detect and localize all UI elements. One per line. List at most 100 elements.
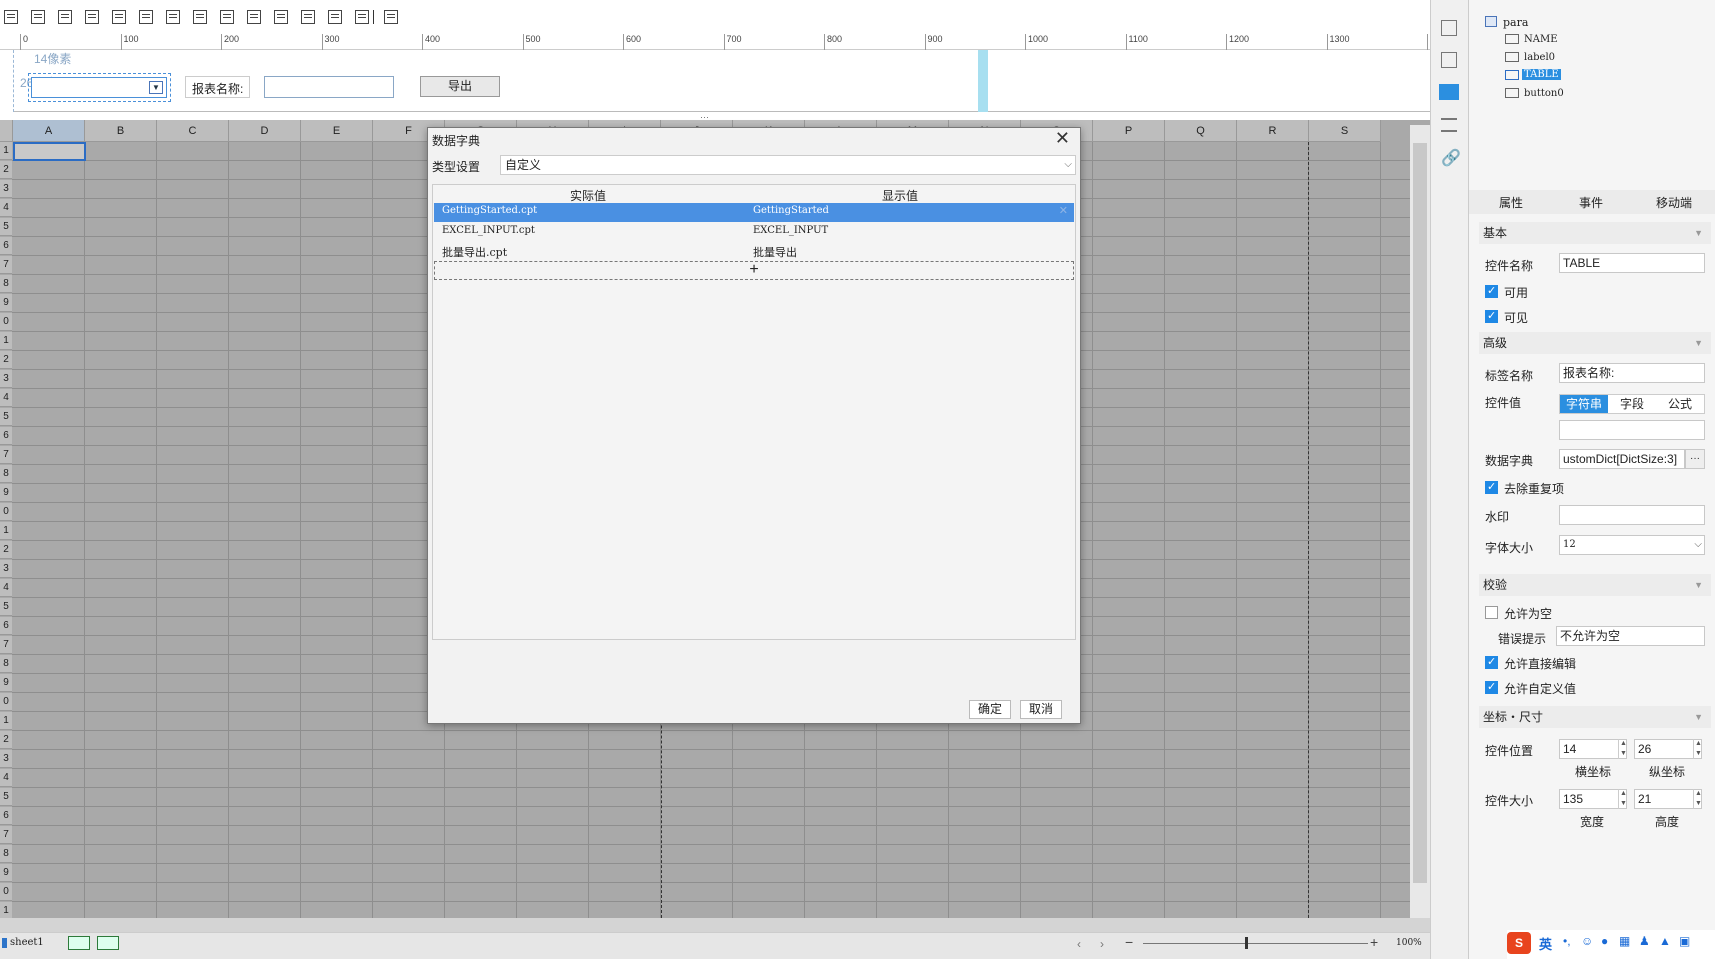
visible-checkbox[interactable] bbox=[1485, 309, 1498, 323]
add-row-button[interactable]: + bbox=[434, 261, 1074, 280]
enabled-checkbox[interactable] bbox=[1485, 284, 1498, 298]
radio-group-icon[interactable] bbox=[220, 10, 234, 24]
row-header[interactable]: 0 bbox=[0, 313, 12, 331]
mic-icon[interactable]: ● bbox=[1601, 934, 1608, 948]
row-header[interactable]: 0 bbox=[0, 883, 12, 901]
row-header[interactable]: 7 bbox=[0, 826, 12, 844]
tree-item[interactable]: label0 bbox=[1524, 52, 1555, 63]
table-row-selected[interactable]: GettingStarted.cpt GettingStarted ✕ bbox=[434, 203, 1074, 222]
checkbox-group-icon[interactable] bbox=[112, 10, 126, 24]
table-row[interactable]: 批量导出.cpt 批量导出 bbox=[434, 242, 1074, 260]
widget-settings-icon[interactable] bbox=[1439, 84, 1459, 100]
export-icon[interactable] bbox=[384, 10, 398, 24]
allow-edit-checkbox[interactable] bbox=[1485, 655, 1498, 669]
textbox-icon[interactable] bbox=[4, 10, 18, 24]
allow-empty-checkbox[interactable] bbox=[1485, 606, 1498, 619]
tree-root[interactable]: para bbox=[1503, 16, 1528, 29]
row-header[interactable]: 2 bbox=[0, 161, 12, 179]
tag-name-input[interactable]: 报表名称: bbox=[1559, 363, 1705, 383]
height-stepper-icon[interactable]: ▲ ▼ bbox=[1693, 789, 1703, 809]
section-coords[interactable]: 坐标・尺寸 ▼ bbox=[1479, 706, 1711, 728]
row-header[interactable]: 0 bbox=[0, 693, 12, 711]
cell-element-icon[interactable] bbox=[1441, 52, 1457, 68]
vertical-scrollbar[interactable] bbox=[1410, 125, 1430, 918]
add-sheet-icon[interactable] bbox=[68, 936, 90, 950]
prev-icon[interactable]: ‹ bbox=[1077, 937, 1081, 951]
font-size-select[interactable]: 12 ⌵ bbox=[1559, 535, 1705, 555]
row-header[interactable]: 3 bbox=[0, 750, 12, 768]
row-header[interactable]: 6 bbox=[0, 427, 12, 445]
scrollbar-thumb[interactable] bbox=[1413, 143, 1427, 883]
row-header[interactable]: 4 bbox=[0, 389, 12, 407]
y-input[interactable]: 26 bbox=[1634, 739, 1702, 759]
skin-icon[interactable]: ▲ bbox=[1659, 934, 1671, 948]
number-icon[interactable] bbox=[166, 10, 180, 24]
row-header[interactable]: 5 bbox=[0, 218, 12, 236]
hyperlink-icon[interactable]: 🔗 bbox=[1441, 148, 1461, 168]
data-dict-input[interactable]: ustomDict[DictSize:3] bbox=[1559, 449, 1685, 469]
export-button[interactable]: 导出 bbox=[420, 76, 500, 97]
row-header[interactable]: 5 bbox=[0, 788, 12, 806]
tab-mobile[interactable]: 移动端 bbox=[1656, 194, 1692, 211]
toolbox-icon[interactable]: ▣ bbox=[1679, 934, 1690, 948]
frame-icon[interactable] bbox=[301, 10, 315, 24]
row-header[interactable]: 1 bbox=[0, 522, 12, 540]
grid-corner[interactable] bbox=[0, 120, 13, 142]
list-icon[interactable] bbox=[193, 10, 207, 24]
dedupe-checkbox[interactable] bbox=[1485, 480, 1498, 494]
row-header[interactable]: 8 bbox=[0, 655, 12, 673]
row-header[interactable]: 5 bbox=[0, 598, 12, 616]
column-header[interactable]: A bbox=[13, 120, 85, 142]
row-header[interactable]: 7 bbox=[0, 446, 12, 464]
zoom-in-icon[interactable]: + bbox=[1370, 934, 1378, 950]
row-header[interactable]: 1 bbox=[0, 142, 12, 160]
horizontal-scrollbar[interactable] bbox=[0, 918, 1430, 932]
width-input[interactable]: 135 bbox=[1559, 789, 1627, 809]
allow-custom-checkbox[interactable] bbox=[1485, 680, 1498, 694]
tab-properties[interactable]: 属性 bbox=[1499, 194, 1523, 211]
column-header[interactable]: C bbox=[157, 120, 229, 142]
selected-cell[interactable] bbox=[13, 142, 86, 161]
value-type-string[interactable]: 字符串 bbox=[1560, 395, 1608, 413]
row-header[interactable]: 4 bbox=[0, 579, 12, 597]
watermark-input[interactable] bbox=[1559, 505, 1705, 525]
x-stepper-icon[interactable]: ▲ ▼ bbox=[1618, 739, 1628, 759]
row-header[interactable]: 7 bbox=[0, 256, 12, 274]
cancel-button[interactable]: 取消 bbox=[1020, 700, 1062, 719]
height-input[interactable]: 21 bbox=[1634, 789, 1702, 809]
row-header[interactable]: 3 bbox=[0, 560, 12, 578]
section-advanced[interactable]: 高级 ▼ bbox=[1479, 332, 1711, 354]
date-icon[interactable] bbox=[139, 10, 153, 24]
collapse-icon[interactable]: ▼ bbox=[1694, 332, 1703, 354]
data-dict-edit-button[interactable]: ··· bbox=[1685, 449, 1705, 469]
cell-properties-icon[interactable] bbox=[1441, 20, 1457, 36]
row-header[interactable]: 1 bbox=[0, 712, 12, 730]
chevron-down-icon[interactable]: ⌵ bbox=[1694, 536, 1702, 554]
add-report-sheet-icon[interactable] bbox=[97, 936, 119, 950]
zoom-out-icon[interactable]: − bbox=[1125, 934, 1133, 950]
table-row[interactable]: EXCEL_INPUT.cpt EXCEL_INPUT bbox=[434, 223, 1074, 241]
close-icon[interactable]: ✕ bbox=[1055, 128, 1070, 149]
control-value-input[interactable] bbox=[1559, 420, 1705, 440]
column-header[interactable]: Q bbox=[1165, 120, 1237, 142]
column-header[interactable]: R bbox=[1237, 120, 1309, 142]
tree-item-selected[interactable]: TABLE bbox=[1522, 69, 1561, 80]
row-header[interactable]: 5 bbox=[0, 408, 12, 426]
collapse-icon[interactable]: ▼ bbox=[1694, 574, 1703, 596]
emoji-icon[interactable]: ☺ bbox=[1581, 934, 1593, 948]
row-header[interactable]: 6 bbox=[0, 237, 12, 255]
row-header[interactable]: 8 bbox=[0, 465, 12, 483]
row-header[interactable]: 8 bbox=[0, 275, 12, 293]
conditional-format-icon[interactable] bbox=[1441, 118, 1457, 132]
label-icon[interactable] bbox=[31, 10, 45, 24]
tab-events[interactable]: 事件 bbox=[1579, 194, 1603, 211]
value-type-field[interactable]: 字段 bbox=[1608, 395, 1656, 413]
zoom-slider-thumb[interactable] bbox=[1245, 937, 1248, 949]
combobox-icon[interactable] bbox=[85, 10, 99, 24]
user-icon[interactable]: ♟ bbox=[1639, 934, 1650, 948]
row-header[interactable]: 6 bbox=[0, 617, 12, 635]
column-header[interactable]: E bbox=[301, 120, 373, 142]
row-header[interactable]: 7 bbox=[0, 636, 12, 654]
tree-icon[interactable] bbox=[328, 10, 342, 24]
tree-item[interactable]: button0 bbox=[1524, 88, 1564, 99]
